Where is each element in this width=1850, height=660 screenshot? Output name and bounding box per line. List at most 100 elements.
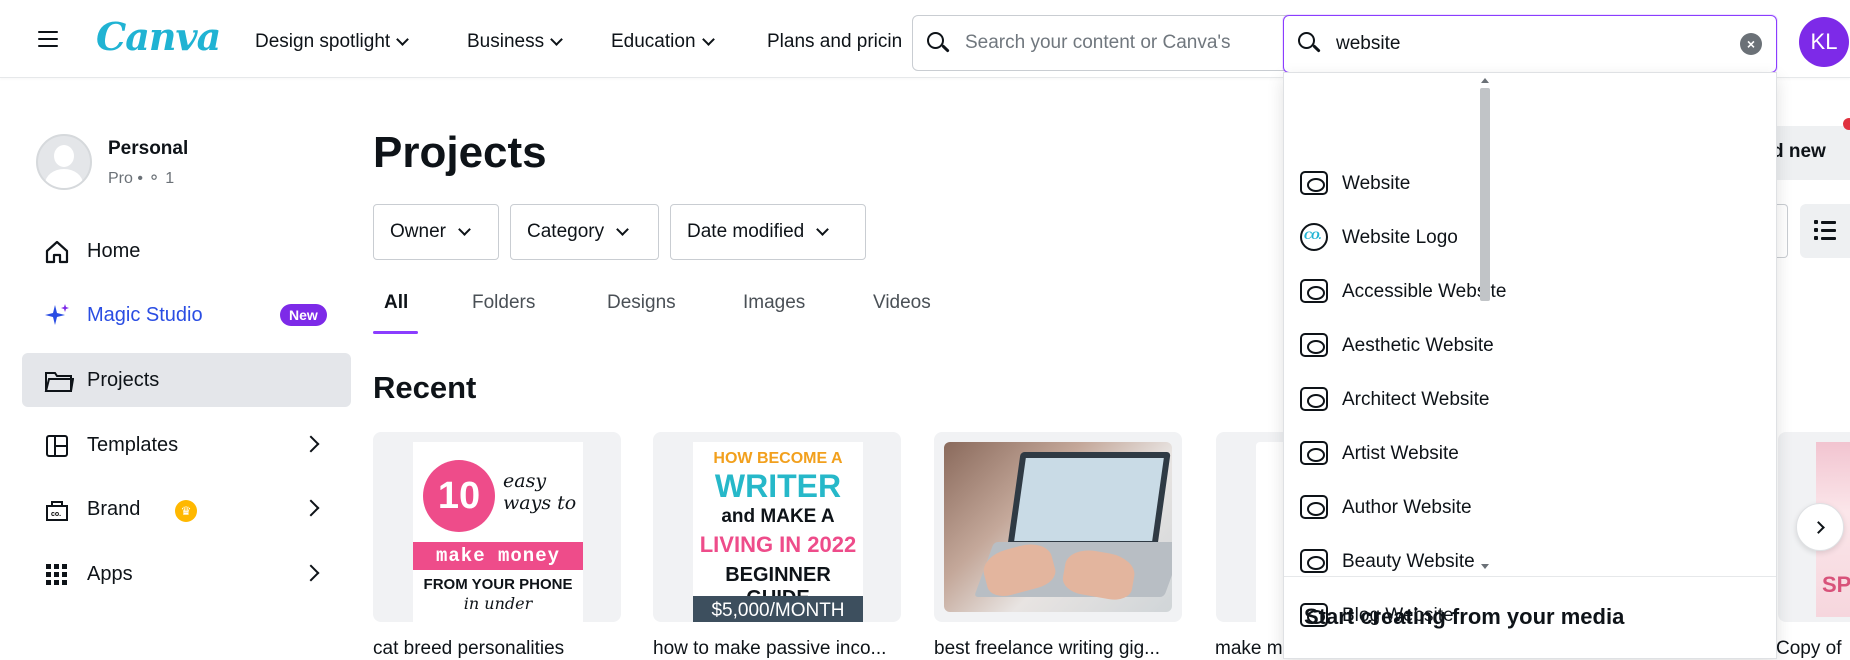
design-card-title[interactable]: cat breed personalities xyxy=(373,638,564,660)
crown-icon: ♛ xyxy=(175,500,197,522)
sidebar-item-apps[interactable]: Apps xyxy=(22,547,351,601)
design-card-title[interactable]: Copy of xyxy=(1776,638,1841,660)
filter-label: Category xyxy=(527,221,605,242)
nav-design-spotlight[interactable]: Design spotlight xyxy=(255,31,410,53)
nav-business[interactable]: Business xyxy=(467,31,563,53)
suggestion-item[interactable]: CO. Website Logo xyxy=(1284,210,1754,264)
suggestion-item[interactable]: Artist Website xyxy=(1284,426,1754,480)
filter-category[interactable]: Category xyxy=(510,204,659,260)
chevron-right-icon xyxy=(302,564,320,582)
suggestion-item[interactable]: Accessible Website xyxy=(1284,264,1754,318)
scroll-up-arrow-icon[interactable] xyxy=(1481,78,1489,83)
clear-search-icon[interactable]: × xyxy=(1740,33,1762,55)
design-card-title[interactable]: make m xyxy=(1215,638,1283,660)
nav-plans-pricing[interactable]: Plans and pricin xyxy=(767,31,912,53)
chevron-down-icon xyxy=(816,223,830,236)
sidebar-item-label: Templates xyxy=(87,434,179,456)
logo-icon: CO. xyxy=(1300,223,1328,251)
chevron-down-icon xyxy=(701,33,715,46)
design-card[interactable]: 10 easy ways to make money FROM YOUR PHO… xyxy=(373,432,621,622)
suggestion-item[interactable]: Aesthetic Website xyxy=(1284,318,1754,372)
search-icon xyxy=(927,32,950,54)
suggestion-label: Aesthetic Website xyxy=(1342,335,1494,356)
search-bar-background[interactable]: Search your content or Canva's xyxy=(912,15,1292,71)
suggestion-item[interactable]: Website xyxy=(1284,156,1754,210)
tab-videos[interactable]: Videos xyxy=(873,292,931,314)
thumb-bar: make money xyxy=(413,542,583,570)
chevron-down-icon xyxy=(616,223,629,236)
website-icon xyxy=(1300,279,1328,303)
folder-icon xyxy=(44,372,74,392)
tab-folders[interactable]: Folders xyxy=(472,292,535,314)
website-icon xyxy=(1300,171,1328,195)
suggestion-label: Website xyxy=(1342,173,1411,194)
sidebar-item-magic-studio[interactable]: Magic Studio New xyxy=(22,288,351,342)
tab-images[interactable]: Images xyxy=(743,292,805,314)
sidebar-item-label: Brand xyxy=(87,498,141,520)
canva-logo[interactable]: Canva xyxy=(96,14,221,59)
tab-designs[interactable]: Designs xyxy=(607,292,676,314)
dropdown-scrollbar[interactable] xyxy=(1480,88,1490,301)
sparkle-icon xyxy=(45,304,69,325)
account-plan: Pro • ⚬ 1 xyxy=(108,168,174,188)
website-icon xyxy=(1300,441,1328,465)
account-name[interactable]: Personal xyxy=(108,138,188,160)
sidebar-item-projects[interactable]: Projects xyxy=(22,353,351,407)
thumb-text: SP xyxy=(1822,572,1850,597)
thumb-line: HOW BECOME A xyxy=(713,450,843,467)
website-icon xyxy=(1300,333,1328,357)
account-avatar[interactable] xyxy=(36,134,92,190)
filter-owner[interactable]: Owner xyxy=(373,204,499,260)
search-input[interactable]: website × xyxy=(1283,15,1777,73)
search-suggestions-dropdown: Website CO. Website Logo Accessible Webs… xyxy=(1283,72,1777,659)
chevron-right-icon xyxy=(302,435,320,453)
notification-dot xyxy=(1843,118,1850,130)
design-card-title[interactable]: how to make passive inco... xyxy=(653,638,886,660)
hamburger-menu-icon[interactable] xyxy=(38,31,58,47)
apps-grid-icon xyxy=(46,564,67,585)
sidebar-item-templates[interactable]: Templates xyxy=(22,418,351,472)
suggestion-label: Beauty Website xyxy=(1342,551,1475,572)
carousel-next-button[interactable] xyxy=(1796,503,1844,551)
sidebar-item-label: Magic Studio xyxy=(87,304,203,326)
home-icon xyxy=(45,240,69,264)
chevron-right-icon xyxy=(302,499,320,517)
nav-label: Plans and pricin xyxy=(767,31,903,52)
design-thumbnail: HOW BECOME A WRITER and MAKE A LIVING IN… xyxy=(693,442,863,622)
design-card[interactable]: HOW BECOME A WRITER and MAKE A LIVING IN… xyxy=(653,432,901,622)
scroll-down-arrow-icon[interactable] xyxy=(1481,564,1489,569)
user-avatar[interactable]: KL xyxy=(1799,17,1849,67)
sidebar-item-label: Projects xyxy=(87,369,160,391)
website-icon xyxy=(1300,387,1328,411)
new-badge: New xyxy=(280,304,327,326)
top-header: Canva Design spotlight Business Educatio… xyxy=(0,0,1850,78)
suggestion-label: Artist Website xyxy=(1342,443,1459,464)
suggestion-item[interactable]: Architect Website xyxy=(1284,372,1754,426)
list-view-icon xyxy=(1814,220,1836,240)
thumb-under: in under xyxy=(463,594,533,613)
dropdown-divider xyxy=(1284,576,1776,577)
thumb-line: LIVING IN 2022 xyxy=(699,532,857,557)
design-card[interactable] xyxy=(934,432,1182,622)
suggestion-item[interactable]: Author Website xyxy=(1284,480,1754,534)
design-card-title[interactable]: best freelance writing gig... xyxy=(934,638,1160,660)
templates-icon xyxy=(46,435,68,457)
nav-label: Business xyxy=(467,31,545,52)
thumb-line: and MAKE A xyxy=(721,506,835,527)
sidebar-item-home[interactable]: Home xyxy=(22,224,351,278)
brand-icon: co. xyxy=(46,501,68,521)
tab-all[interactable]: All xyxy=(384,292,408,314)
suggestion-label: Architect Website xyxy=(1342,389,1490,410)
chevron-right-icon xyxy=(1812,521,1825,534)
sidebar-item-brand[interactable]: co. Brand ♛ xyxy=(22,482,351,536)
design-card[interactable] xyxy=(1216,432,1286,622)
nav-education[interactable]: Education xyxy=(611,31,715,53)
website-icon xyxy=(1300,495,1328,519)
logo-icon-text: CO. xyxy=(1304,231,1322,242)
search-input-value: website xyxy=(1336,33,1401,54)
person-icon: ⚬ xyxy=(147,170,161,187)
account-plan-label: Pro • xyxy=(108,170,148,187)
chevron-down-icon xyxy=(550,33,563,46)
suggestion-item[interactable]: Beauty Website xyxy=(1284,534,1754,588)
filter-date-modified[interactable]: Date modified xyxy=(670,204,866,260)
